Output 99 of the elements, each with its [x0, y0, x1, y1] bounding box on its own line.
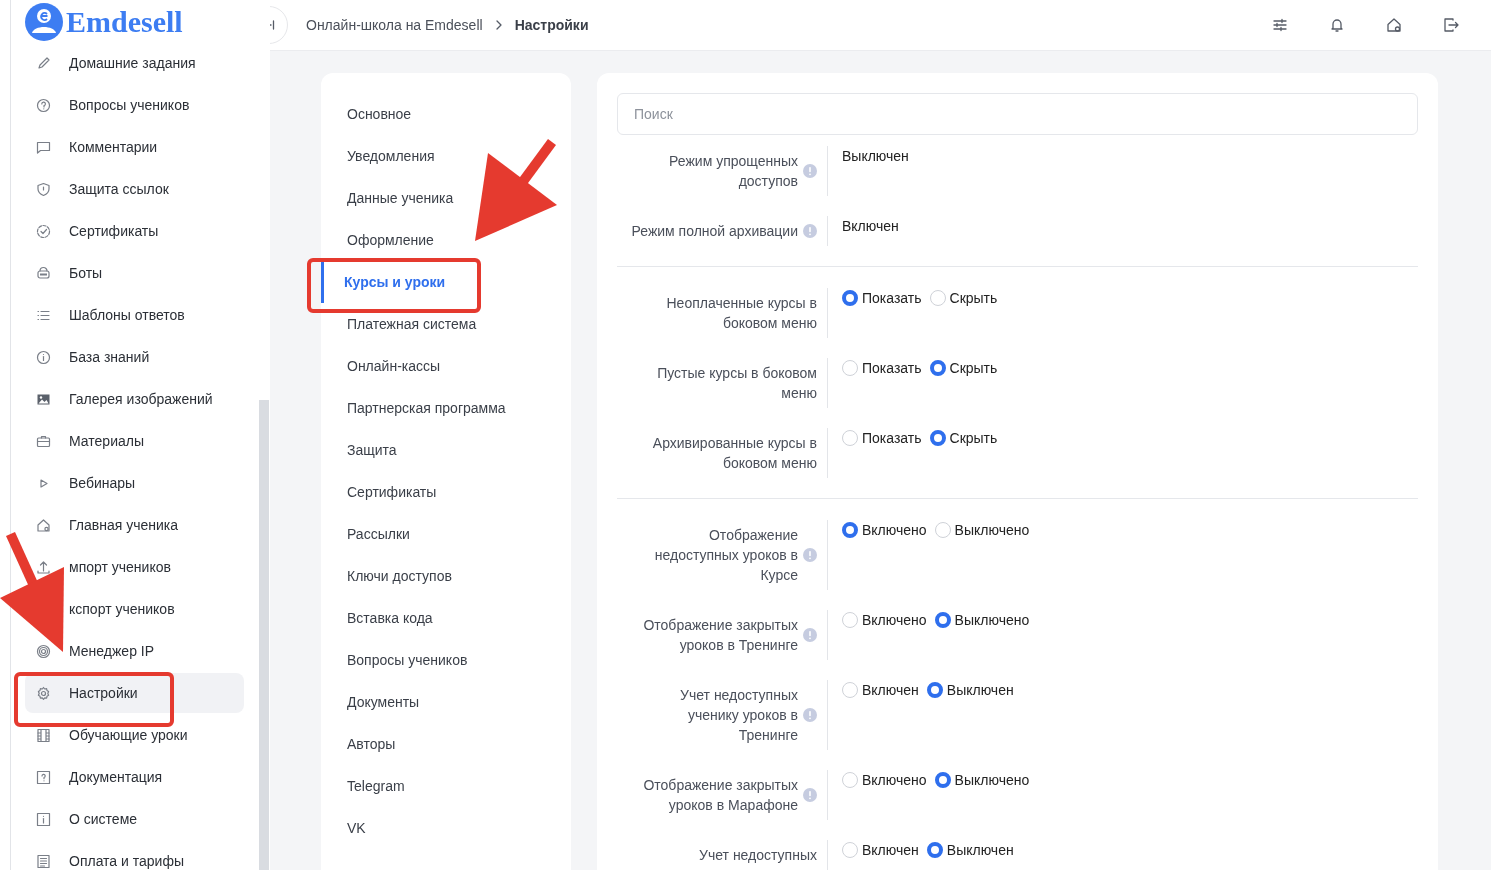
settings-menu-item[interactable]: Ключи доступов	[321, 555, 571, 597]
sidebar-item[interactable]: Домашние задания	[69, 55, 196, 71]
sidebar-item[interactable]: Галерея изображений	[69, 391, 213, 407]
logo-text: Emdesell	[66, 4, 183, 39]
settings-menu-item[interactable]: Основное	[321, 93, 571, 135]
radio-button[interactable]	[934, 772, 951, 788]
sidebar-item[interactable]: Сертификаты	[69, 223, 159, 239]
setting-label: Режим упрощенных доступов	[669, 152, 798, 191]
sidebar-item[interactable]: База знаний	[69, 349, 150, 365]
sidebar-item[interactable]: Вопросы учеников	[69, 97, 190, 113]
info-square-icon	[36, 811, 51, 827]
target-icon	[36, 643, 51, 659]
radio-option[interactable]: Показать	[842, 358, 922, 378]
radio-option[interactable]: Включено	[842, 610, 927, 630]
radio-option[interactable]: Показать	[842, 428, 922, 448]
radio-option[interactable]: Включено	[842, 520, 927, 540]
radio-button[interactable]	[929, 430, 946, 446]
check-circle-icon	[36, 223, 51, 239]
shield-icon	[36, 181, 51, 197]
radio-option[interactable]: Включено	[842, 770, 927, 790]
settings-menu-item[interactable]: Telegram	[321, 765, 571, 807]
question-square-icon	[36, 769, 51, 785]
settings-menu-item[interactable]: Данные ученика	[321, 177, 571, 219]
radio-button[interactable]	[842, 290, 858, 306]
radio-option[interactable]: Выключено	[934, 520, 1030, 540]
pencil-icon	[36, 55, 51, 71]
settings-menu-item[interactable]: Авторы	[321, 723, 571, 765]
speech-bubble-icon	[36, 139, 51, 155]
sidebar-item[interactable]: Защита ссылок	[69, 181, 169, 197]
setting-value: Выключен	[842, 148, 909, 164]
search-field[interactable]: Поиск	[617, 93, 1418, 135]
scrollbar-thumb[interactable]	[259, 400, 269, 870]
robot-icon	[36, 265, 51, 281]
settings-menu-item[interactable]: Рассылки	[321, 513, 571, 555]
radio-button[interactable]	[929, 360, 946, 376]
setting-label: Архивированные курсы в боковом меню	[652, 434, 817, 473]
sidebar-item[interactable]: мпорт учеников	[69, 559, 171, 575]
sidebar-item[interactable]: Настройки	[25, 673, 244, 713]
settings-menu-item[interactable]: Онлайн-кассы	[321, 345, 571, 387]
sidebar-item[interactable]: Материалы	[69, 433, 144, 449]
settings-menu-item[interactable]: Курсы и уроки	[321, 261, 571, 303]
settings-menu-item[interactable]: Уведомления	[321, 135, 571, 177]
settings-menu-item[interactable]: Партнерская программа	[321, 387, 571, 429]
briefcase-icon	[36, 433, 51, 449]
radio-button[interactable]	[934, 612, 951, 628]
settings-menu-item[interactable]: Вопросы учеников	[321, 639, 571, 681]
setting-label: Отображение закрытых уроков в Марафоне	[643, 776, 798, 815]
settings-menu-item[interactable]: Вставка кода	[321, 597, 571, 639]
radio-option[interactable]: Показать	[842, 288, 922, 308]
document-icon	[36, 853, 51, 869]
sidebar-item[interactable]: Оплата и тарифы	[69, 853, 184, 869]
radio-option[interactable]: Выключен	[926, 680, 1014, 700]
setting-label: Учет недоступных ученику уроков в Тренинге	[680, 686, 798, 745]
setting-label: Режим полной архивации	[631, 222, 798, 241]
sidebar-item[interactable]: Боты	[69, 265, 103, 281]
setting-label: Неоплаченные курсы в боковом меню	[666, 294, 817, 333]
radio-button[interactable]	[926, 842, 943, 858]
house-gear-icon	[1385, 16, 1403, 34]
settings-menu-item[interactable]: Документы	[321, 681, 571, 723]
radio-option[interactable]: Включен	[842, 680, 919, 700]
setting-value: Включен	[842, 218, 899, 234]
setting-label: Пустые курсы в боковом меню	[657, 364, 817, 403]
settings-menu-item[interactable]: VK	[321, 807, 571, 849]
settings-menu-item[interactable]: Платежная система	[321, 303, 571, 345]
sliders-icon	[1271, 16, 1289, 34]
sidebar-item[interactable]: Документация	[69, 769, 163, 785]
setting-label: Учет недоступных	[699, 846, 817, 865]
info-icon	[36, 349, 51, 365]
logout-icon	[1442, 16, 1460, 34]
radio-option[interactable]: Скрыть	[929, 358, 998, 378]
settings-menu-item[interactable]: Сертификаты	[321, 471, 571, 513]
settings-menu-item[interactable]: Оформление	[321, 219, 571, 261]
sidebar-item[interactable]: кспорт учеников	[69, 601, 175, 617]
radio-button[interactable]	[926, 682, 943, 698]
radio-option[interactable]: Скрыть	[929, 288, 998, 308]
setting-label: Отображение недоступных уроков в Курсе	[654, 526, 798, 585]
chevron-right-icon	[494, 19, 503, 31]
settings-icon	[36, 685, 51, 701]
breadcrumb-current: Настройки	[514, 17, 589, 33]
film-icon	[36, 727, 51, 743]
sidebar-item[interactable]: Обучающие уроки	[69, 727, 188, 743]
radio-option[interactable]: Включен	[842, 840, 919, 860]
radio-button[interactable]	[842, 522, 858, 538]
house-gear-icon	[36, 517, 51, 533]
sidebar-item[interactable]: О системе	[69, 811, 138, 827]
settings-menu-item[interactable]: Защита	[321, 429, 571, 471]
setting-label: Отображение закрытых уроков в Тренинге	[643, 616, 798, 655]
radio-option[interactable]: Выключен	[926, 840, 1014, 860]
help-icon	[36, 97, 51, 113]
upload-icon	[36, 559, 51, 575]
sidebar-item[interactable]: Комментарии	[69, 139, 158, 155]
radio-option[interactable]: Выключено	[934, 610, 1030, 630]
sidebar-item[interactable]: Вебинары	[69, 475, 136, 491]
radio-option[interactable]: Выключено	[934, 770, 1030, 790]
breadcrumb-link[interactable]: Онлайн-школа на Emdesell	[306, 17, 483, 33]
radio-option[interactable]: Скрыть	[929, 428, 998, 448]
sidebar-item[interactable]: Менеджер IP	[69, 643, 155, 659]
sidebar-item[interactable]: Главная ученика	[69, 517, 179, 533]
sidebar-item[interactable]: Шаблоны ответов	[69, 307, 185, 323]
